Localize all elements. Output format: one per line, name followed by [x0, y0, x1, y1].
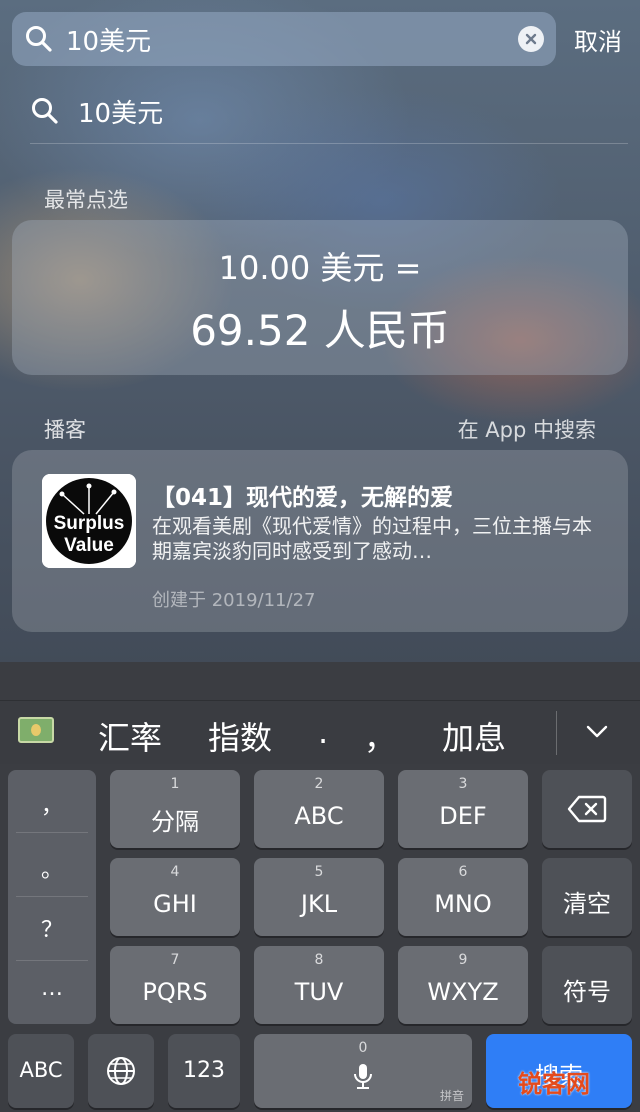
podcast-artwork: Surplus Value [42, 474, 136, 568]
key-2[interactable]: 2 ABC [254, 770, 384, 848]
key-label: ABC [294, 802, 344, 830]
candidate-item[interactable]: . [318, 713, 328, 751]
key-6[interactable]: 6 MNO [398, 858, 528, 936]
top-hits-title: 最常点选 [44, 188, 128, 212]
key-number: 2 [314, 776, 324, 792]
key-number: 7 [170, 952, 180, 968]
key-number: 4 [170, 864, 180, 880]
search-icon [26, 26, 52, 52]
divider [16, 896, 88, 897]
key-9[interactable]: 9 WXYZ [398, 946, 528, 1024]
key-label: MNO [434, 890, 492, 918]
divider [556, 711, 557, 755]
key-number: 0 [358, 1040, 368, 1056]
watermark: 锐客网 [518, 1070, 590, 1098]
divider [30, 143, 628, 144]
key-label: GHI [153, 890, 197, 918]
podcasts-title: 播客 [44, 418, 86, 442]
key-label: 123 [183, 1058, 225, 1083]
clear-key[interactable]: 清空 [542, 858, 632, 936]
key-4[interactable]: 4 GHI [110, 858, 240, 936]
search-bar[interactable] [12, 12, 556, 66]
currency-conversion-card[interactable]: 10.00 美元 = 69.52 人民币 [12, 220, 628, 375]
key-number: 9 [458, 952, 468, 968]
key-label: JKL [300, 890, 338, 918]
search-suggestion[interactable]: 10美元 [30, 88, 600, 134]
episode-title: 【041】现代的爱，无解的爱 [152, 485, 454, 511]
globe-key[interactable] [88, 1034, 154, 1108]
key-label: 清空 [563, 890, 611, 918]
microphone-icon [354, 1064, 372, 1089]
punctuation-key[interactable]: ？ [8, 912, 96, 944]
key-7[interactable]: 7 PQRS [110, 946, 240, 1024]
key-label: 分隔 [151, 808, 199, 836]
divider [16, 960, 88, 961]
cancel-button[interactable]: 取消 [574, 22, 622, 57]
candidate-item[interactable]: 加息 [442, 713, 506, 759]
artwork-text-1: Surplus [54, 513, 125, 534]
key-number: 8 [314, 952, 324, 968]
key-label: WXYZ [427, 978, 499, 1006]
key-number: 3 [458, 776, 468, 792]
search-icon [32, 98, 58, 124]
divider [16, 832, 88, 833]
candidate-item[interactable]: ， [364, 713, 396, 759]
candidate-bar: 汇率 指数 . ， 加息 [0, 700, 640, 764]
punctuation-key[interactable]: 。 [8, 852, 96, 884]
key-number: 1 [170, 776, 180, 792]
space-key[interactable]: 0 拼音 [254, 1034, 472, 1108]
number-mode-key[interactable]: 123 [168, 1034, 240, 1108]
abc-key[interactable]: ABC [8, 1034, 74, 1108]
conversion-source: 10.00 美元 = [218, 249, 422, 287]
chevron-down-icon[interactable] [585, 723, 609, 741]
key-label: PQRS [142, 978, 208, 1006]
conversion-result: 69.52 人民币 [190, 306, 450, 355]
key-label: 符号 [563, 978, 611, 1006]
key-number: 6 [458, 864, 468, 880]
suggestion-text: 10美元 [78, 98, 164, 129]
key-label: TUV [294, 978, 344, 1006]
episode-description: 在观看美剧《现代爱情》的过程中，三位主播与本期嘉宾淡豹同时感受到了感动… [152, 514, 592, 563]
key-label: DEF [439, 802, 487, 830]
podcast-episode-card[interactable]: Surplus Value 【041】现代的爱，无解的爱 在观看美剧《现代爱情》… [12, 450, 628, 632]
key-label: ABC [19, 1058, 63, 1082]
key-3[interactable]: 3 DEF [398, 770, 528, 848]
search-in-app-link[interactable]: 在 App 中搜索 [458, 414, 596, 444]
key-1[interactable]: 1 分隔 [110, 770, 240, 848]
candidate-item[interactable]: 汇率 [98, 713, 162, 759]
symbol-key[interactable]: 符号 [542, 946, 632, 1024]
globe-icon [107, 1057, 135, 1085]
key-8[interactable]: 8 TUV [254, 946, 384, 1024]
punctuation-column[interactable]: ， 。 ？ … [8, 770, 96, 1024]
search-input[interactable] [66, 24, 510, 54]
artwork-text-2: Value [64, 535, 114, 556]
candidate-item[interactable]: 指数 [208, 713, 272, 759]
space-hint: 拼音 [439, 1089, 464, 1103]
surplus-value-logo: Surplus Value [42, 474, 136, 568]
money-bill-icon[interactable] [18, 717, 54, 743]
backspace-icon [567, 795, 607, 823]
punctuation-key[interactable]: … [8, 976, 96, 1001]
key-5[interactable]: 5 JKL [254, 858, 384, 936]
episode-date: 创建于 2019/11/27 [152, 590, 316, 611]
punctuation-key[interactable]: ， [8, 788, 96, 820]
clear-search-button[interactable] [518, 26, 544, 52]
key-number: 5 [314, 864, 324, 880]
backspace-key[interactable] [542, 770, 632, 848]
close-icon [525, 33, 537, 45]
